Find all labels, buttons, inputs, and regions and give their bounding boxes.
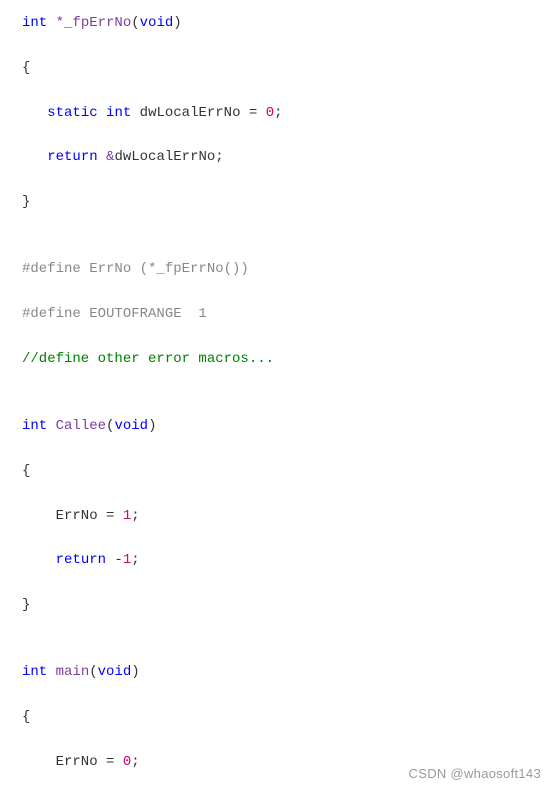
kw-int: int: [22, 664, 47, 680]
define-eoutofrange: #define EOUTOFRANGE 1: [22, 306, 207, 322]
neg: -: [106, 552, 123, 568]
assign-errno: ErrNo =: [22, 754, 123, 770]
num-zero: 0: [123, 754, 131, 770]
brace-open: {: [22, 463, 30, 479]
paren: ): [173, 15, 181, 31]
paren: ): [148, 418, 156, 434]
kw-void: void: [114, 418, 148, 434]
comment-line: //define other error macros...: [22, 351, 274, 367]
paren: (: [89, 664, 97, 680]
assign-errno: ErrNo =: [22, 508, 123, 524]
semi: ;: [131, 552, 139, 568]
kw-return: return: [47, 149, 97, 165]
kw-int: int: [106, 105, 131, 121]
line-1: int *_fpErrNo(void): [22, 15, 182, 31]
code-block: int *_fpErrNo(void) { static int dwLocal…: [0, 0, 549, 791]
define-errno: #define ErrNo (*_fpErrNo()): [22, 261, 249, 277]
num-one: 1: [123, 552, 131, 568]
brace-open: {: [22, 709, 30, 725]
kw-int: int: [22, 15, 47, 31]
amp: &: [98, 149, 115, 165]
watermark: CSDN @whaosoft143: [409, 764, 541, 785]
brace-close: }: [22, 194, 30, 210]
paren: (: [131, 15, 139, 31]
func-fperrno: *_fpErrNo: [56, 15, 132, 31]
num-one: 1: [123, 508, 131, 524]
var-decl: dwLocalErrNo =: [131, 105, 265, 121]
func-callee: Callee: [56, 418, 106, 434]
kw-void: void: [140, 15, 174, 31]
kw-static: static: [47, 105, 97, 121]
func-main: main: [56, 664, 90, 680]
semi: ;: [131, 754, 139, 770]
brace-close: }: [22, 597, 30, 613]
var-ref: dwLocalErrNo;: [114, 149, 223, 165]
kw-void: void: [98, 664, 132, 680]
paren: ): [131, 664, 139, 680]
kw-return: return: [56, 552, 106, 568]
kw-int: int: [22, 418, 47, 434]
brace-open: {: [22, 60, 30, 76]
semi: ;: [274, 105, 282, 121]
num-zero: 0: [266, 105, 274, 121]
semi: ;: [131, 508, 139, 524]
